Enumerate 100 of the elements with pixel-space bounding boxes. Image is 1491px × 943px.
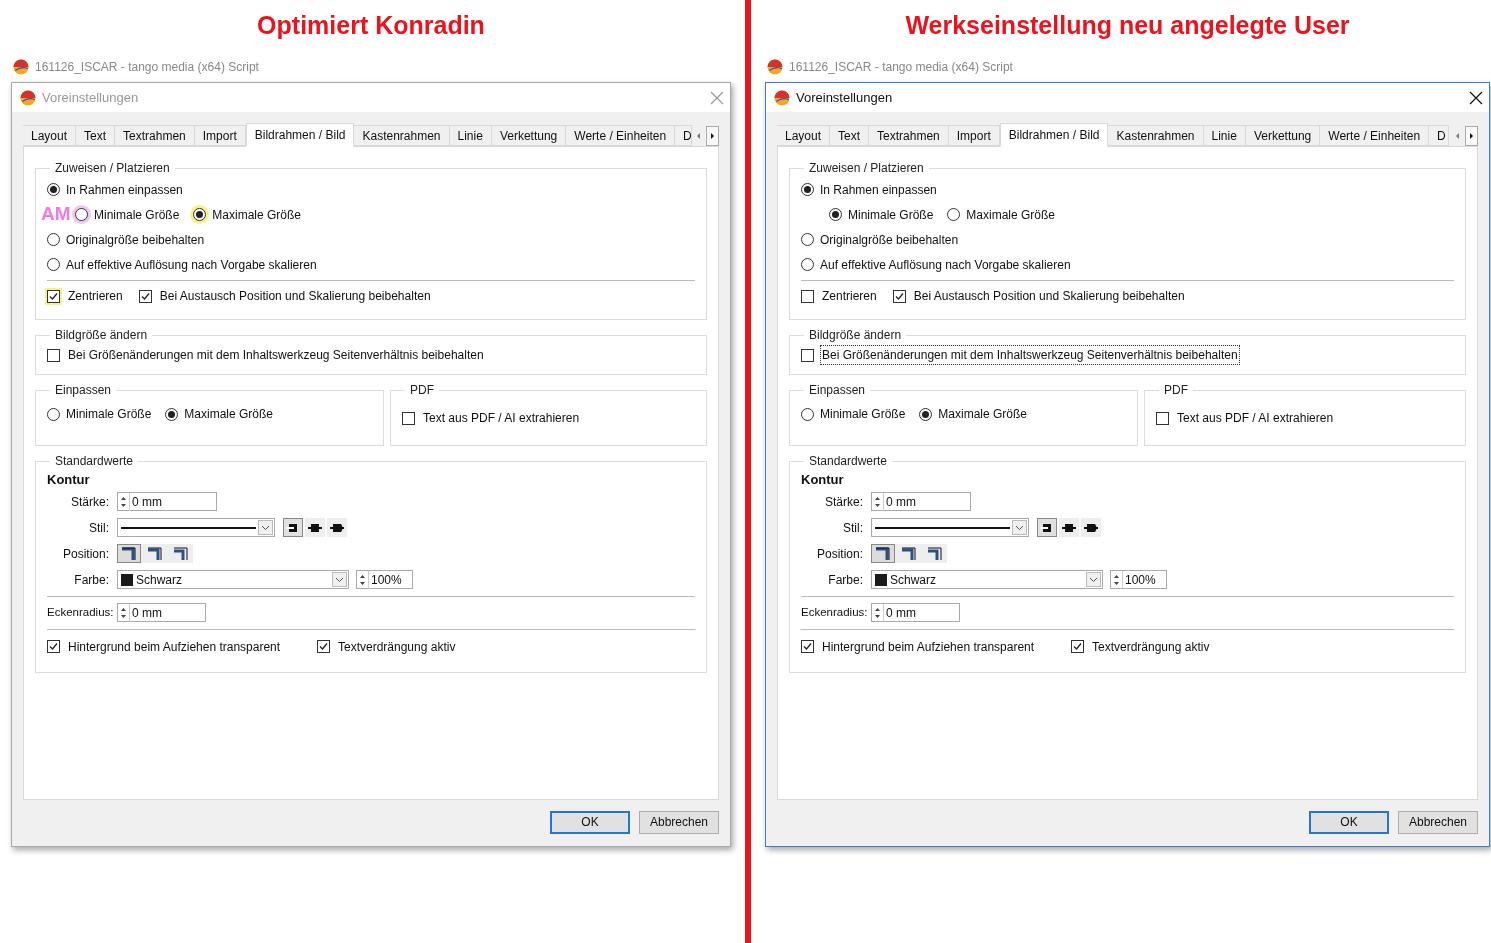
tab[interactable]: Werte / Einheiten <box>566 125 676 146</box>
group-title: PDF <box>409 382 435 399</box>
dialog-button[interactable]: OK <box>550 810 630 834</box>
spin-field[interactable]: 0 mm <box>117 492 217 511</box>
radio-option[interactable]: Minimale Größe <box>829 205 934 224</box>
tab[interactable]: Kastenrahmen <box>354 125 450 146</box>
scroll-right-icon[interactable] <box>706 125 720 146</box>
spin-field[interactable]: 100% <box>1110 570 1167 589</box>
spinner-icon <box>120 494 127 509</box>
radio-option[interactable]: Maximale Größe <box>919 405 1028 423</box>
radio-option[interactable]: Minimale Größe <box>75 205 180 224</box>
checkbox-option[interactable]: Bei Austausch Position und Skalierung beibehalten <box>892 286 1187 306</box>
checkbox-option[interactable]: Text aus PDF / AI extrahieren <box>402 408 582 428</box>
spin-field[interactable]: 0 mm <box>117 603 206 622</box>
line-cap-button[interactable] <box>1081 518 1101 537</box>
field-label: Stil: <box>88 519 109 537</box>
checkbox-option[interactable]: Hintergrund beim Aufziehen transparent <box>801 636 1071 657</box>
group-title: Zuweisen / Platzieren <box>808 160 925 177</box>
dialog-button[interactable]: Abbrechen <box>639 810 719 834</box>
radio-option[interactable]: Auf effektive Auflösung nach Vorgabe skalieren <box>801 255 1071 274</box>
spin-field[interactable]: 0 mm <box>871 603 960 622</box>
tab[interactable]: Werte / Einheiten <box>1320 125 1430 146</box>
group-title: PDF <box>1163 382 1189 399</box>
field-label: Farbe: <box>827 571 863 589</box>
tab[interactable]: Import <box>194 125 246 146</box>
spin-field[interactable]: 0 mm <box>871 492 971 511</box>
line-cap-icon <box>330 521 344 534</box>
radio-option[interactable]: Minimale Größe <box>801 405 906 423</box>
group-title: Standardwerte <box>808 453 889 470</box>
tab[interactable]: Text <box>830 125 870 146</box>
tab[interactable]: Text <box>76 125 116 146</box>
checkbox-option[interactable]: Hintergrund beim Aufziehen transparent <box>47 636 317 657</box>
line-cap-button[interactable] <box>327 518 347 537</box>
line-cap-button[interactable] <box>1037 518 1057 537</box>
dialog-button[interactable]: OK <box>1309 810 1389 834</box>
radio-option[interactable]: Originalgröße beibehalten <box>801 230 959 249</box>
section-title: Kontur <box>47 471 91 489</box>
tab[interactable]: Kastenrahmen <box>1108 125 1204 146</box>
checkbox-option[interactable]: Text aus PDF / AI extrahieren <box>1156 408 1336 428</box>
scroll-right-icon[interactable] <box>1465 125 1478 146</box>
field-label: Eckenradius: <box>47 604 115 620</box>
checkbox-option[interactable]: Bei Austausch Position und Skalierung beibehalten <box>138 286 433 306</box>
field-label: Stärke: <box>824 493 863 511</box>
field-label: Stil: <box>842 519 863 537</box>
dialog-title: Voreinstellungen <box>796 88 893 107</box>
corner-position-icon <box>147 546 163 561</box>
tab[interactable]: Import <box>948 125 1000 146</box>
radio-option[interactable]: Maximale Größe <box>165 405 274 423</box>
tab[interactable]: Linie <box>1203 125 1246 146</box>
position-button[interactable] <box>117 544 141 563</box>
checkbox-option[interactable]: Zentrieren <box>47 286 125 306</box>
line-style-dropdown[interactable] <box>871 518 1029 537</box>
tab[interactable]: Bildrahmen / Bild <box>999 123 1109 147</box>
tab[interactable]: Textrahmen <box>115 125 195 146</box>
tab[interactable]: Layout <box>777 125 831 146</box>
app-title: 161126_ISCAR - tango media (x64) Script <box>35 59 259 76</box>
spinner-icon <box>874 494 881 509</box>
radio-option[interactable]: Auf effektive Auflösung nach Vorgabe skalieren <box>47 255 317 274</box>
line-style-dropdown[interactable] <box>117 518 275 537</box>
dialog-button[interactable]: Abbrechen <box>1398 810 1478 834</box>
checkbox-option[interactable]: Textverdrängung aktiv <box>317 636 458 657</box>
tab[interactable]: Textrahmen <box>869 125 949 146</box>
radio-option[interactable]: Maximale Größe <box>947 205 1056 224</box>
checkmark-icon <box>48 641 59 652</box>
spinner-icon <box>874 605 881 620</box>
color-dropdown[interactable]: Schwarz <box>871 570 1103 589</box>
line-cap-button[interactable] <box>283 518 303 537</box>
annotation-label: AM <box>41 203 71 225</box>
radio-option[interactable]: Minimale Größe <box>47 405 152 423</box>
line-cap-icon <box>1040 521 1054 534</box>
radio-option[interactable]: In Rahmen einpassen <box>47 180 183 199</box>
color-dropdown[interactable]: Schwarz <box>117 570 349 589</box>
checkmark-icon <box>318 641 329 652</box>
tab[interactable]: D <box>1429 125 1450 146</box>
tab[interactable]: D <box>675 125 693 146</box>
checkmark-icon <box>802 641 813 652</box>
checkbox-option[interactable]: Zentrieren <box>801 286 879 306</box>
chevron-down-icon <box>1086 572 1101 587</box>
checkbox-option[interactable]: Textverdrängung aktiv <box>1071 636 1212 657</box>
chevron-down-icon <box>1012 520 1027 535</box>
close-icon[interactable] <box>1469 90 1483 105</box>
checkmark-icon <box>139 290 151 302</box>
app-logo-icon <box>13 59 29 75</box>
tab[interactable]: Linie <box>449 125 492 146</box>
tab[interactable]: Verkettung <box>491 125 567 146</box>
group-title: Bildgröße ändern <box>54 327 149 344</box>
spin-field[interactable]: 100% <box>356 570 413 589</box>
radio-option[interactable]: In Rahmen einpassen <box>801 180 937 199</box>
tab[interactable]: Layout <box>23 125 77 146</box>
line-cap-button[interactable] <box>305 518 325 537</box>
group-title: Zuweisen / Platzieren <box>54 160 171 177</box>
tab[interactable]: Verkettung <box>1245 125 1321 146</box>
tab[interactable]: Bildrahmen / Bild <box>245 123 355 147</box>
checkbox-option[interactable]: Bei Größenänderungen mit dem Inhaltswerkzeug Seitenverhältnis beibehalten <box>47 345 486 365</box>
line-cap-button[interactable] <box>1059 518 1079 537</box>
position-button[interactable] <box>871 544 895 563</box>
section-title: Kontur <box>801 471 845 489</box>
radio-option[interactable]: Maximale Größe <box>193 205 302 224</box>
field-label: Position: <box>815 545 863 563</box>
radio-option[interactable]: Originalgröße beibehalten <box>47 230 205 249</box>
